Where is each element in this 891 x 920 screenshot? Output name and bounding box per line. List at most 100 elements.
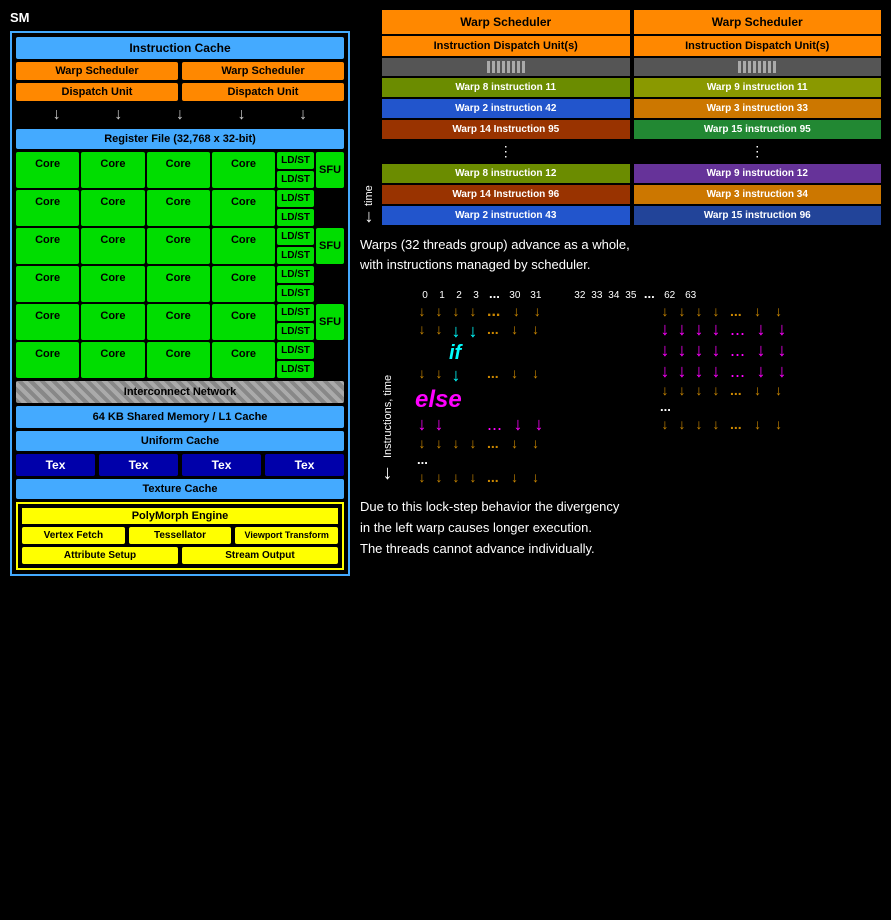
- core-6-1: Core: [16, 342, 79, 378]
- a1-31: ↓: [528, 303, 546, 321]
- a5-3: ↓: [466, 435, 480, 451]
- arrow-down-2: ↓: [114, 106, 122, 124]
- pipe-bar: [487, 61, 490, 73]
- dots-l4: ...: [487, 414, 502, 435]
- tex-2: Tex: [99, 454, 178, 476]
- instr-1-3: Warp 14 Instruction 95: [382, 120, 630, 139]
- ra6-33: ↓: [675, 416, 689, 432]
- r-arrow-row-3: ↓ ↓ ↓ ↓ ... ↓ ↓: [658, 340, 881, 361]
- ra4-33: ↓: [675, 361, 689, 382]
- instr-1-5: Warp 14 Instruction 96: [382, 185, 630, 204]
- pipe-bar: [517, 61, 520, 73]
- core-2-2: Core: [81, 190, 144, 226]
- dots-between-2: ...: [644, 286, 655, 301]
- pipe-bars-1: [487, 61, 525, 73]
- cores-row-1: Core Core Core Core LD/ST LD/ST SFU: [16, 152, 344, 188]
- time-arrow-top: ↓: [365, 206, 374, 227]
- a1-0: ↓: [415, 303, 429, 321]
- poly-row-2: Attribute Setup Stream Output: [22, 547, 338, 564]
- tnum-33: 33: [590, 290, 604, 301]
- core-1-1: Core: [16, 152, 79, 188]
- ldst-col-3: LD/ST LD/ST: [277, 228, 314, 264]
- a5-1: ↓: [432, 435, 446, 451]
- stream-output: Stream Output: [182, 547, 338, 564]
- ldst-10: LD/ST: [277, 323, 314, 340]
- r-arrow-row-4: ↓ ↓ ↓ ↓ ... ↓ ↓: [658, 361, 881, 382]
- else-row: else: [415, 386, 638, 414]
- core-2-4: Core: [212, 190, 275, 226]
- sfu-1: SFU: [316, 152, 344, 188]
- ra4-32: ↓: [658, 361, 672, 382]
- a6-30: ↓: [506, 469, 524, 485]
- pipe-bars-2: [738, 61, 776, 73]
- threads-area: ↓ ↓ ↓ ↓ ... ↓ ↓ ↓ ↓ ↓ ↓: [415, 303, 881, 485]
- instr-rows-2: Warp 9 instruction 11 Warp 3 instruction…: [634, 78, 882, 227]
- a4-1-else: ↓: [432, 414, 446, 435]
- instr-2-1: Warp 9 instruction 11: [634, 78, 882, 97]
- cores-row-2: Core Core Core Core LD/ST LD/ST: [16, 190, 344, 226]
- instr-2-5: Warp 3 instruction 34: [634, 185, 882, 204]
- group4-nums: 62 63: [661, 290, 700, 301]
- tnum-2: 2: [452, 290, 466, 301]
- tnum-63: 63: [682, 290, 700, 301]
- ldst-1: LD/ST: [277, 152, 314, 169]
- a4-30: ↓: [509, 414, 527, 435]
- pipe-bar: [497, 61, 500, 73]
- a2-30: ↓: [506, 321, 524, 342]
- pipeline-indicator-2: [634, 58, 882, 76]
- core-6-2: Core: [81, 342, 144, 378]
- desc2-line1: Due to this lock-step behavior the diver…: [360, 499, 619, 514]
- pipe-bar: [512, 61, 515, 73]
- ra4-35: ↓: [709, 361, 723, 382]
- r-dots-5: ...: [730, 382, 742, 398]
- warp-col-2: Warp Scheduler Instruction Dispatch Unit…: [634, 10, 882, 227]
- description-1: Warps (32 threads group) advance as a wh…: [360, 235, 881, 274]
- ra1-63: ↓: [770, 303, 788, 319]
- ra1-32: ↓: [658, 303, 672, 319]
- ldst-8: LD/ST: [277, 285, 314, 302]
- a3-1: ↓: [432, 365, 446, 386]
- instr-rows-1: Warp 8 instruction 11 Warp 2 instruction…: [382, 78, 630, 227]
- warp-col-1: Warp Scheduler Instruction Dispatch Unit…: [382, 10, 630, 227]
- r-dots-3: ...: [730, 340, 745, 361]
- pipe-bar: [738, 61, 741, 73]
- ra5-63: ↓: [770, 382, 788, 398]
- ra2-63: ↓: [773, 319, 791, 340]
- interconnect-network: Interconnect Network: [16, 381, 344, 403]
- r-arrow-row-5: ↓ ↓ ↓ ↓ ... ↓ ↓: [658, 382, 881, 398]
- instr-1-2: Warp 2 instruction 42: [382, 99, 630, 118]
- core-1-4: Core: [212, 152, 275, 188]
- core-3-3: Core: [147, 228, 210, 264]
- uniform-cache: Uniform Cache: [16, 431, 344, 451]
- ws-header-2: Warp Scheduler: [634, 10, 882, 34]
- idu-header-2: Instruction Dispatch Unit(s): [634, 36, 882, 56]
- ra4-63: ↓: [773, 361, 791, 382]
- pipe-bar: [748, 61, 751, 73]
- a2-3-if: ↓: [466, 321, 480, 342]
- ldst-col-1: LD/ST LD/ST: [277, 152, 314, 188]
- arrow-down-3: ↓: [176, 106, 184, 124]
- warp-scheduler-1: Warp Scheduler: [16, 62, 178, 80]
- a5-30: ↓: [506, 435, 524, 451]
- dots-l1: ...: [487, 303, 500, 321]
- ldst-sfu-1: LD/ST LD/ST SFU: [277, 152, 344, 188]
- instr-2-3: Warp 15 instruction 95: [634, 120, 882, 139]
- y-axis-label: Instructions, time: [382, 303, 394, 462]
- ra3-33: ↓: [675, 340, 689, 361]
- left-warp-block: ↓ ↓ ↓ ↓ ... ↓ ↓ ↓ ↓ ↓ ↓: [415, 303, 638, 485]
- pipe-bar: [522, 61, 525, 73]
- a6-1: ↓: [432, 469, 446, 485]
- pipe-bar: [743, 61, 746, 73]
- dots-l6: ...: [487, 469, 499, 485]
- ldst-col-2: LD/ST LD/ST: [277, 190, 314, 226]
- core-3-2: Core: [81, 228, 144, 264]
- arrows-row: ↓ ↓ ↓ ↓ ↓: [16, 104, 344, 126]
- ra4-34: ↓: [692, 361, 706, 382]
- desc2-line3: The threads cannot advance individually.: [360, 541, 595, 556]
- core-5-4: Core: [212, 304, 275, 340]
- time-label-top: time: [363, 68, 375, 206]
- dots-l3: ...: [487, 365, 499, 386]
- a1-1: ↓: [432, 303, 446, 321]
- idu-header-1: Instruction Dispatch Unit(s): [382, 36, 630, 56]
- shared-memory: 64 KB Shared Memory / L1 Cache: [16, 406, 344, 428]
